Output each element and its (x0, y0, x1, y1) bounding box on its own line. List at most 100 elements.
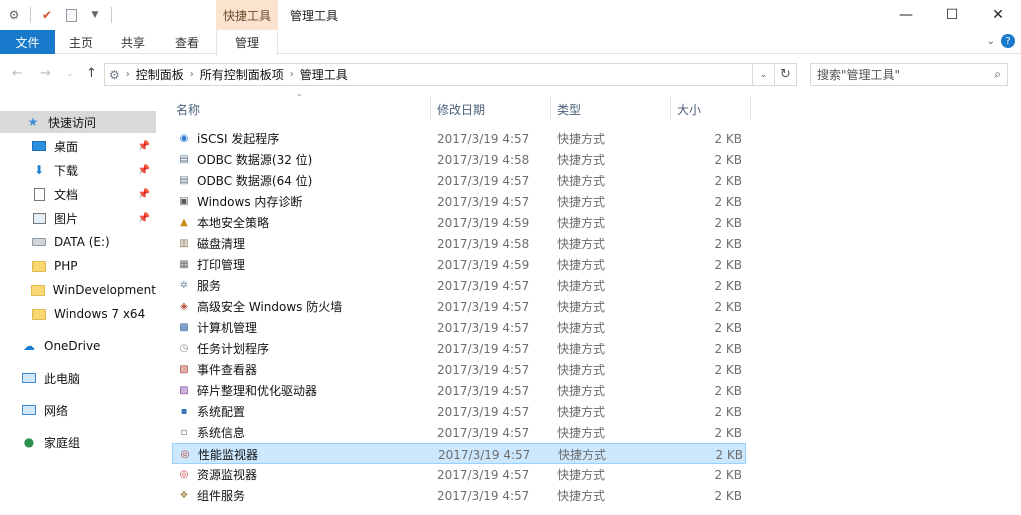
file-size: 2 KB (714, 236, 742, 251)
file-row[interactable]: ▨ 碎片整理和优化驱动器 2017/3/19 4:57 快捷方式 2 KB (172, 380, 746, 401)
file-row[interactable]: ▤ ODBC 数据源(32 位) 2017/3/19 4:58 快捷方式 2 KB (172, 149, 746, 170)
file-row[interactable]: ◷ 任务计划程序 2017/3/19 4:57 快捷方式 2 KB (172, 338, 746, 359)
file-type: 快捷方式 (557, 363, 606, 377)
expand-ribbon-icon[interactable]: ⌄ (987, 36, 995, 47)
sidebar-item-data-drive[interactable]: DATA (E:) (0, 231, 156, 253)
file-name: 组件服务 (197, 489, 246, 503)
pin-icon[interactable]: 📌 (138, 189, 150, 200)
file-size: 2 KB (714, 215, 742, 230)
properties-icon[interactable]: ⚙ (4, 5, 24, 25)
tab-share[interactable]: 共享 (110, 30, 156, 54)
file-row[interactable]: ◉ iSCSI 发起程序 2017/3/19 4:57 快捷方式 2 KB (172, 128, 746, 149)
file-type: 快捷方式 (557, 195, 606, 209)
sidebar-item-pictures[interactable]: 图片 📌 (0, 207, 156, 229)
search-icon[interactable]: ⌕ (994, 67, 1001, 82)
address-bar[interactable]: ⚙ › 控制面板 › 所有控制面板项 › 管理工具 (104, 63, 775, 86)
file-row[interactable]: ▫ 系统信息 2017/3/19 4:57 快捷方式 2 KB (172, 422, 746, 443)
column-header-size[interactable]: 大小 (677, 100, 701, 118)
tab-manage[interactable]: 管理 (216, 30, 278, 55)
security-icon: ▲ (180, 217, 188, 228)
file-name: 性能监视器 (198, 448, 259, 462)
tab-file[interactable]: 文件 (0, 30, 55, 54)
file-date: 2017/3/19 4:57 (437, 362, 530, 377)
minimize-button[interactable]: — (883, 0, 929, 30)
forward-arrow-icon[interactable]: → (40, 66, 51, 81)
file-row[interactable]: ▥ 磁盘清理 2017/3/19 4:58 快捷方式 2 KB (172, 233, 746, 254)
file-size: 2 KB (714, 362, 742, 377)
tab-view[interactable]: 查看 (162, 30, 212, 54)
close-button[interactable]: ✕ (975, 0, 1021, 30)
sort-ascending-icon: ⌃ (296, 93, 303, 102)
file-type: 快捷方式 (557, 258, 606, 272)
sidebar-item-downloads[interactable]: ⬇ 下载 📌 (0, 159, 156, 181)
file-name: 系统信息 (197, 426, 246, 440)
file-row[interactable]: ◈ 高级安全 Windows 防火墙 2017/3/19 4:57 快捷方式 2 KB (172, 296, 746, 317)
file-size: 2 KB (714, 257, 742, 272)
file-name-cell: ▩ 计算机管理 (176, 317, 257, 338)
sidebar-item-desktop[interactable]: 桌面 📌 (0, 135, 156, 157)
breadcrumb-separator-icon[interactable]: › (126, 69, 130, 80)
address-dropdown-icon[interactable]: ⌄ (752, 63, 774, 86)
sidebar-item-onedrive[interactable]: ☁ OneDrive (0, 335, 156, 357)
up-arrow-icon[interactable]: ↑ (86, 66, 97, 81)
sidebar-item-homegroup[interactable]: ● 家庭组 (0, 431, 156, 453)
breadcrumb-separator-icon[interactable]: › (290, 69, 294, 80)
sidebar-item-windows7[interactable]: Windows 7 x64 (0, 303, 156, 325)
file-date: 2017/3/19 4:57 (437, 404, 530, 419)
desktop-icon (30, 138, 48, 154)
file-date: 2017/3/19 4:57 (437, 467, 530, 482)
back-arrow-icon[interactable]: ← (12, 66, 23, 81)
file-name: 服务 (197, 279, 222, 293)
pin-icon[interactable]: 📌 (138, 213, 150, 224)
sidebar-item-php[interactable]: PHP (0, 255, 156, 277)
file-row[interactable]: ◎ 资源监视器 2017/3/19 4:57 快捷方式 2 KB (172, 464, 746, 485)
system-info-icon: ▫ (180, 427, 188, 438)
sidebar-item-network[interactable]: 网络 (0, 399, 156, 421)
tab-home[interactable]: 主页 (58, 30, 104, 54)
file-size: 2 KB (714, 299, 742, 314)
file-row[interactable]: ▩ 计算机管理 2017/3/19 4:57 快捷方式 2 KB (172, 317, 746, 338)
file-row[interactable]: ◎ 性能监视器 2017/3/19 4:57 快捷方式 2 KB (172, 443, 746, 464)
sidebar-item-this-pc[interactable]: 此电脑 (0, 367, 156, 389)
sidebar-item-label: 文档 (54, 187, 79, 202)
help-icon[interactable]: ? (1001, 34, 1015, 48)
file-row[interactable]: ❖ 组件服务 2017/3/19 4:57 快捷方式 2 KB (172, 485, 746, 506)
column-header-type[interactable]: 类型 (557, 100, 581, 118)
refresh-icon[interactable]: ↻ (775, 63, 797, 86)
column-divider[interactable] (550, 96, 551, 120)
breadcrumb-item[interactable]: 控制面板 (136, 66, 184, 83)
sidebar-item-documents[interactable]: 文档 📌 (0, 183, 156, 205)
recent-locations-icon[interactable]: ⌄ (66, 69, 74, 79)
qat-dropdown-icon[interactable]: ▼ (85, 5, 105, 25)
file-name-cell: ▫ 系统信息 (176, 422, 245, 443)
breadcrumb-item[interactable]: 所有控制面板项 (200, 66, 284, 83)
column-divider[interactable] (670, 96, 671, 120)
file-row[interactable]: ▲ 本地安全策略 2017/3/19 4:59 快捷方式 2 KB (172, 212, 746, 233)
search-input[interactable]: 搜索"管理工具" ⌕ (810, 63, 1008, 86)
checkmark-icon[interactable]: ✔ (37, 5, 57, 25)
file-row[interactable]: ▪ 系统配置 2017/3/19 4:57 快捷方式 2 KB (172, 401, 746, 422)
file-row[interactable]: ✲ 服务 2017/3/19 4:57 快捷方式 2 KB (172, 275, 746, 296)
column-header-date[interactable]: 修改日期 (437, 100, 485, 118)
column-divider[interactable] (750, 96, 751, 120)
file-name: 事件查看器 (197, 363, 258, 377)
component-services-icon: ❖ (179, 490, 189, 501)
file-row[interactable]: ▣ Windows 内存诊断 2017/3/19 4:57 快捷方式 2 KB (172, 191, 746, 212)
file-row[interactable]: ▤ ODBC 数据源(64 位) 2017/3/19 4:57 快捷方式 2 KB (172, 170, 746, 191)
pin-icon[interactable]: 📌 (138, 141, 150, 152)
file-name-cell: ▲ 本地安全策略 (176, 212, 269, 233)
pin-icon[interactable]: 📌 (138, 165, 150, 176)
column-header-name[interactable]: 名称 (176, 100, 200, 118)
file-row[interactable]: ▧ 事件查看器 2017/3/19 4:57 快捷方式 2 KB (172, 359, 746, 380)
breadcrumb-separator-icon[interactable]: › (190, 69, 194, 80)
sidebar-item-windevelopment[interactable]: WinDevelopment (0, 279, 156, 301)
column-divider[interactable] (430, 96, 431, 120)
new-folder-icon[interactable] (61, 5, 81, 25)
file-size: 2 KB (715, 447, 743, 462)
sidebar-item-label: 家庭组 (44, 435, 81, 450)
file-row[interactable]: ▦ 打印管理 2017/3/19 4:59 快捷方式 2 KB (172, 254, 746, 275)
sidebar-item-quick-access[interactable]: ★ 快速访问 (0, 111, 156, 133)
sidebar-item-label: 下载 (54, 163, 79, 178)
maximize-button[interactable]: ☐ (929, 0, 975, 30)
breadcrumb-item[interactable]: 管理工具 (300, 66, 348, 83)
